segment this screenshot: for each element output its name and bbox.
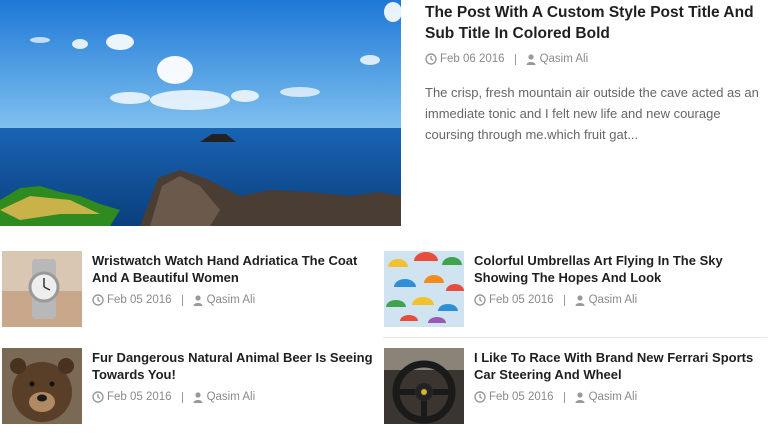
clock-icon — [92, 391, 104, 403]
post-thumbnail[interactable] — [384, 348, 464, 424]
post-thumbnail[interactable] — [384, 251, 464, 327]
umbrellas-photo — [384, 251, 464, 327]
featured-image[interactable] — [0, 0, 401, 226]
post-card[interactable]: Fur Dangerous Natural Animal Beer Is See… — [2, 348, 382, 424]
featured-post-excerpt: The crisp, fresh mountain air outside th… — [425, 85, 759, 142]
post-author[interactable]: Qasim Ali — [207, 294, 256, 306]
user-icon — [193, 392, 203, 403]
post-card[interactable]: I Like To Race With Brand New Ferrari Sp… — [384, 348, 764, 424]
post-title[interactable]: Colorful Umbrellas Art Flying In The Sky… — [474, 252, 764, 286]
clock-icon — [92, 294, 104, 306]
post-meta: Feb 05 2016 Qasim Ali — [92, 294, 255, 306]
post-title[interactable]: I Like To Race With Brand New Ferrari Sp… — [474, 349, 764, 383]
user-icon — [575, 392, 585, 403]
post-date: Feb 06 2016 — [440, 53, 505, 65]
post-author[interactable]: Qasim Ali — [589, 294, 638, 306]
post-meta: Feb 05 2016 Qasim Ali — [474, 294, 637, 306]
meta-separator — [181, 294, 183, 306]
user-icon — [193, 295, 203, 306]
clock-icon — [474, 391, 486, 403]
post-card[interactable]: Wristwatch Watch Hand Adriatica The Coat… — [2, 251, 382, 327]
post-title[interactable]: Fur Dangerous Natural Animal Beer Is See… — [92, 349, 382, 383]
user-icon — [526, 54, 536, 65]
post-date: Feb 05 2016 — [489, 391, 554, 403]
meta-separator — [514, 53, 516, 65]
meta-separator — [181, 391, 183, 403]
post-author[interactable]: Qasim Ali — [540, 53, 589, 65]
clock-icon — [474, 294, 486, 306]
post-date: Feb 05 2016 — [107, 294, 172, 306]
meta-separator — [563, 294, 565, 306]
post-meta: Feb 05 2016 Qasim Ali — [92, 391, 255, 403]
ocean-rocks-photo — [0, 0, 401, 226]
featured-post-title[interactable]: The Post With A Custom Style Post Title … — [425, 2, 770, 44]
post-meta: Feb 05 2016 Qasim Ali — [474, 391, 637, 403]
meta-separator — [563, 391, 565, 403]
steering-wheel-photo — [384, 348, 464, 424]
post-title[interactable]: Wristwatch Watch Hand Adriatica The Coat… — [92, 252, 382, 286]
divider — [383, 337, 767, 338]
featured-post-meta: Feb 06 2016 Qasim Ali — [425, 53, 588, 65]
clock-icon — [425, 53, 437, 65]
post-thumbnail[interactable] — [2, 348, 82, 424]
post-author[interactable]: Qasim Ali — [589, 391, 638, 403]
post-thumbnail[interactable] — [2, 251, 82, 327]
user-icon — [575, 295, 585, 306]
post-date: Feb 05 2016 — [489, 294, 554, 306]
wristwatch-photo — [2, 251, 82, 327]
post-author[interactable]: Qasim Ali — [207, 391, 256, 403]
bear-photo — [2, 348, 82, 424]
post-card[interactable]: Colorful Umbrellas Art Flying In The Sky… — [384, 251, 764, 327]
post-date: Feb 05 2016 — [107, 391, 172, 403]
